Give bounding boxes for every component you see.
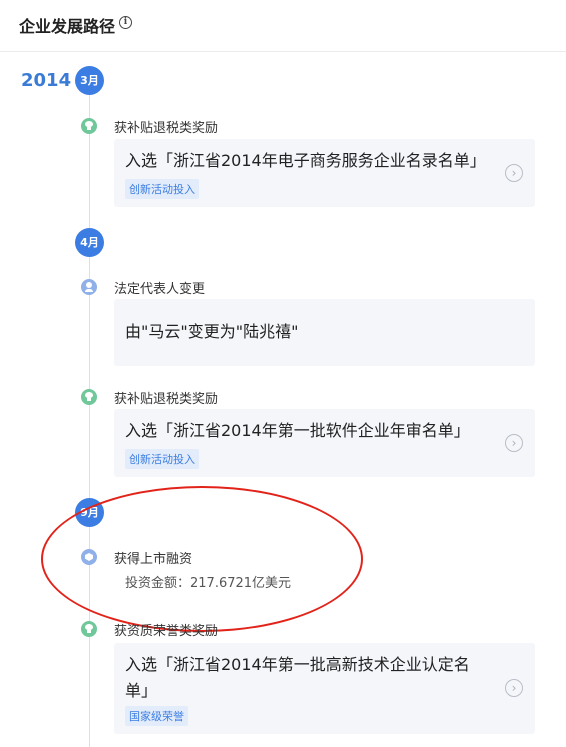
event-tag[interactable]: 创新活动投入 <box>125 449 199 469</box>
month-badge-sep: 9月 <box>75 498 104 527</box>
chevron-right-icon[interactable]: › <box>505 164 523 182</box>
event-tag[interactable]: 创新活动投入 <box>125 179 199 199</box>
award-icon <box>81 118 97 134</box>
month-badge-mar: 3月 <box>75 66 104 95</box>
month-badge-apr: 4月 <box>75 228 104 257</box>
investment-amount: 投资金额：217.6721亿美元 <box>125 576 292 591</box>
person-icon <box>81 279 97 295</box>
event-label: 法定代表人变更 <box>114 282 206 297</box>
award-icon <box>81 389 97 405</box>
event-card-text: 由"马云"变更为"陆兆禧" <box>125 322 299 341</box>
event-card[interactable]: 入选「浙江省2014年电子商务服务企业名录名单」 创新活动投入 › <box>114 139 535 207</box>
event-label: 获补贴退税类奖励 <box>114 121 219 136</box>
event-card: 由"马云"变更为"陆兆禧" <box>114 299 535 366</box>
timeline-year: 2014 <box>21 70 72 91</box>
page-title: 企业发展路径 <box>19 17 116 36</box>
event-card[interactable]: 入选「浙江省2014年第一批高新技术企业认定名单」 国家级荣誉 › <box>114 643 535 734</box>
event-label: 获得上市融资 <box>114 552 193 567</box>
event-card-text: 入选「浙江省2014年第一批高新技术企业认定名单」 <box>125 655 470 700</box>
finance-icon <box>81 549 97 565</box>
chevron-right-icon[interactable]: › <box>505 679 523 697</box>
timeline-line <box>89 92 90 747</box>
event-label: 获补贴退税类奖励 <box>114 392 219 407</box>
info-icon[interactable]: i <box>119 16 132 29</box>
award-icon <box>81 621 97 637</box>
event-card-text: 入选「浙江省2014年第一批软件企业年审名单」 <box>125 421 470 440</box>
page-header: 企业发展路径 i <box>0 0 566 52</box>
event-label: 获资质荣誉类奖励 <box>114 624 219 639</box>
chevron-right-icon[interactable]: › <box>505 434 523 452</box>
event-tag[interactable]: 国家级荣誉 <box>125 706 188 726</box>
event-card[interactable]: 入选「浙江省2014年第一批软件企业年审名单」 创新活动投入 › <box>114 409 535 477</box>
event-card-text: 入选「浙江省2014年电子商务服务企业名录名单」 <box>125 151 486 170</box>
